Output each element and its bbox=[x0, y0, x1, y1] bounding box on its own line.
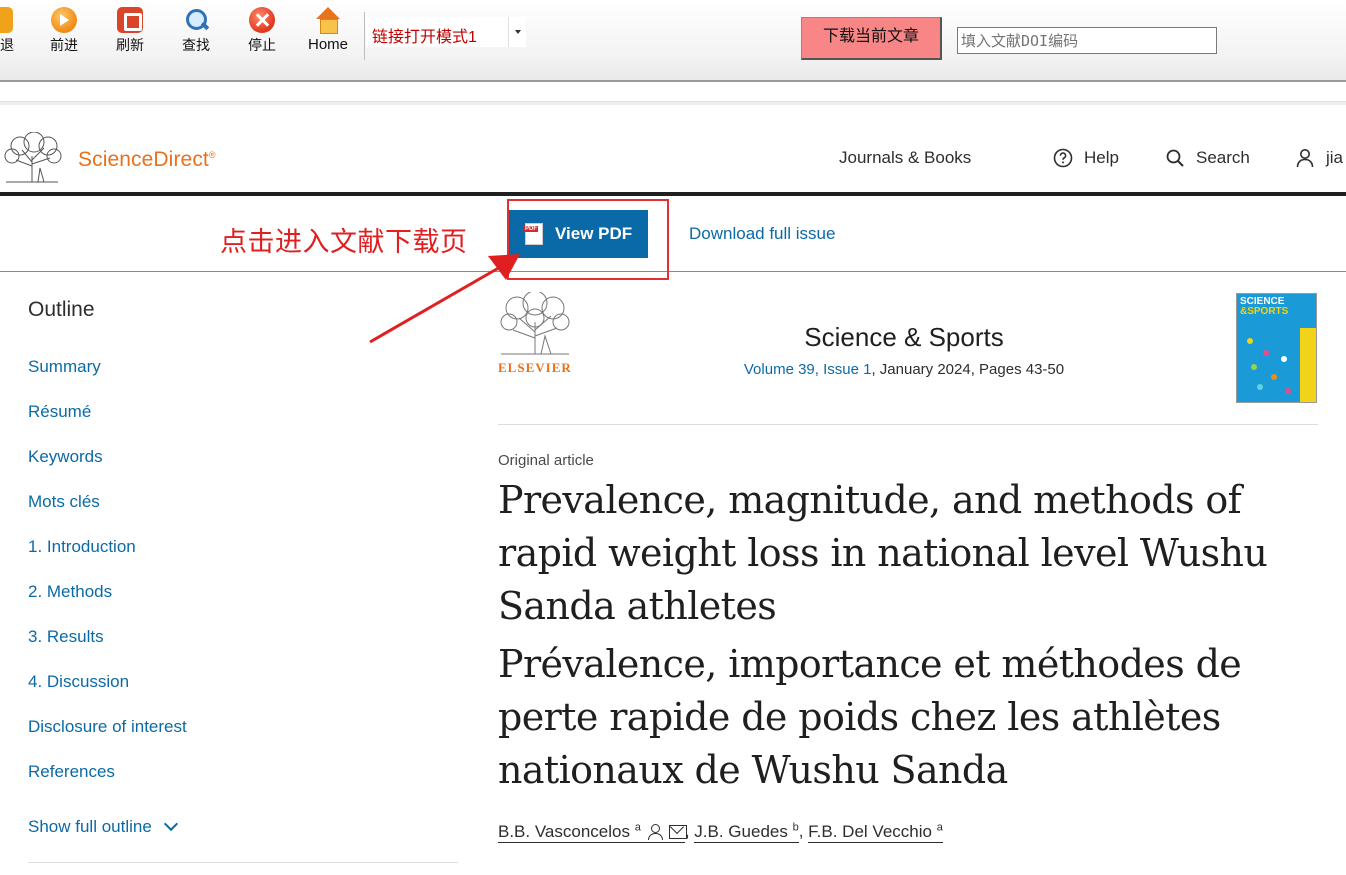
outline-item[interactable]: Résumé bbox=[28, 402, 91, 422]
site-header: ScienceDirect® Journals & Books Help Sea… bbox=[0, 124, 1346, 196]
author-list: B.B. Vasconcelos a, J.B. Guedes b, F.B. … bbox=[498, 821, 943, 843]
download-current-article-button[interactable]: 下载当前文章 bbox=[801, 17, 942, 60]
download-full-issue-link[interactable]: Download full issue bbox=[689, 224, 835, 244]
help-link[interactable]: Help bbox=[1084, 148, 1119, 168]
outline-heading: Outline bbox=[28, 298, 95, 321]
outline-item[interactable]: 3. Results bbox=[28, 627, 104, 647]
chevron-down-icon bbox=[163, 816, 178, 832]
home-icon bbox=[315, 7, 341, 34]
elsevier-wordmark: ELSEVIER bbox=[498, 360, 572, 375]
outline-item[interactable]: References bbox=[28, 762, 115, 782]
sciencedirect-logo[interactable]: ScienceDirect® bbox=[78, 148, 216, 172]
help-icon[interactable] bbox=[1053, 148, 1073, 168]
article-action-bar: 点击进入文献下载页 View PDF Download full issue bbox=[0, 196, 1346, 280]
toolbar-separator bbox=[364, 12, 365, 60]
author-link[interactable]: B.B. Vasconcelos a bbox=[498, 821, 687, 843]
search-icon[interactable] bbox=[1165, 148, 1185, 168]
outline-item[interactable]: Keywords bbox=[28, 447, 103, 467]
search-link[interactable]: Search bbox=[1196, 148, 1250, 168]
outline-item[interactable]: Summary bbox=[28, 357, 101, 377]
browser-toolbar: 退 前进 刷新 查找 停止 Home 链接打开模式1 下载当前文章 bbox=[0, 0, 1346, 82]
outline-item[interactable]: 4. Discussion bbox=[28, 672, 129, 692]
show-full-outline-button[interactable]: Show full outline bbox=[28, 816, 178, 837]
outline-item[interactable]: Mots clés bbox=[28, 492, 100, 512]
back-icon bbox=[0, 7, 13, 33]
forward-button[interactable]: 前进 bbox=[34, 7, 94, 53]
user-icon[interactable] bbox=[1295, 148, 1315, 168]
journals-books-link[interactable]: Journals & Books bbox=[839, 148, 971, 168]
address-strip bbox=[0, 84, 1346, 124]
link-mode-select[interactable]: 链接打开模式1 bbox=[366, 17, 526, 47]
journal-header-divider bbox=[498, 424, 1318, 425]
user-account-link[interactable]: jia bbox=[1326, 148, 1343, 168]
elsevier-tree-logo[interactable] bbox=[2, 132, 62, 184]
volume-issue-link[interactable]: Volume 39, Issue 1 bbox=[744, 361, 872, 378]
outline-item[interactable]: 2. Methods bbox=[28, 582, 112, 602]
article-type-label: Original article bbox=[498, 452, 594, 469]
find-icon bbox=[183, 7, 209, 33]
author-link[interactable]: J.B. Guedes b bbox=[694, 821, 799, 843]
outline-item[interactable]: 1. Introduction bbox=[28, 537, 136, 557]
doi-input[interactable] bbox=[957, 27, 1217, 54]
refresh-button[interactable]: 刷新 bbox=[100, 7, 160, 53]
find-button[interactable]: 查找 bbox=[166, 7, 226, 53]
back-button[interactable]: 退 bbox=[0, 7, 30, 53]
chevron-down-icon[interactable] bbox=[508, 17, 526, 47]
author-link[interactable]: F.B. Del Vecchio a bbox=[808, 821, 943, 843]
journal-title-link[interactable]: Science & Sports bbox=[700, 322, 1108, 353]
person-icon bbox=[647, 823, 663, 840]
home-button[interactable]: Home bbox=[298, 7, 358, 53]
forward-icon bbox=[51, 7, 77, 33]
outline-item[interactable]: Disclosure of interest bbox=[28, 717, 187, 737]
stop-button[interactable]: 停止 bbox=[232, 7, 292, 53]
journal-cover-image[interactable]: SCIENCE &SPORTS bbox=[1236, 293, 1317, 403]
journal-issue-info: Volume 39, Issue 1, January 2024, Pages … bbox=[743, 361, 1065, 378]
sidebar-divider bbox=[28, 862, 458, 863]
article-title: Prevalence, magnitude, and methods of ra… bbox=[498, 478, 1268, 628]
mail-icon bbox=[668, 824, 687, 839]
refresh-icon bbox=[117, 7, 143, 33]
article-title-french: Prévalence, importance et méthodes de pe… bbox=[498, 642, 1242, 792]
stop-icon bbox=[249, 7, 275, 33]
